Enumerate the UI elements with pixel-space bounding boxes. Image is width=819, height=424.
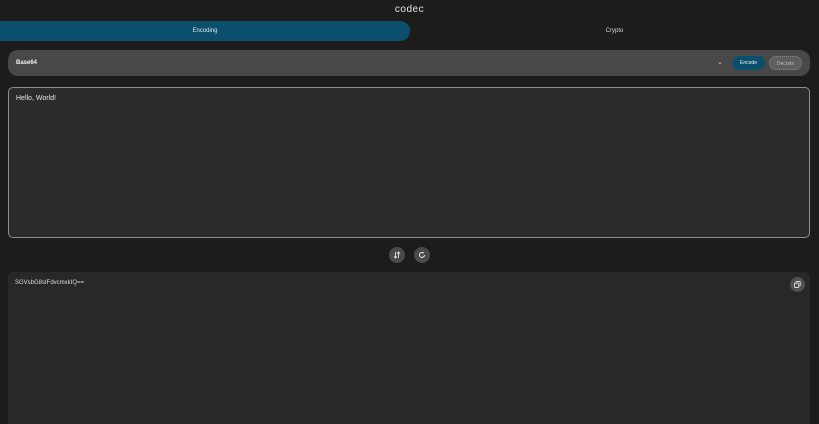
decode-button[interactable]: Decode [769,56,802,70]
tab-crypto[interactable]: Crypto [410,21,819,41]
output-panel[interactable]: SGVsbG8sIFdvcmxkIQ== [8,272,810,424]
refresh-icon [419,251,425,258]
encode-button[interactable]: Encode [732,56,765,70]
tab-bar: Encoding Crypto [0,21,819,41]
reset-button[interactable] [414,247,430,263]
chevron-down-icon[interactable]: ⌄ [717,50,723,76]
tab-encoding[interactable]: Encoding [0,21,410,41]
codec-select[interactable]: Base64 [16,50,37,76]
swap-vertical-icon [393,251,401,259]
codec-toolbar: Base64 ⌄ Encode Decode [8,50,810,76]
copy-button[interactable] [790,277,805,292]
input-text: Hello, World! [16,95,56,102]
swap-button[interactable] [389,247,405,263]
app-title: codec [394,4,425,15]
copy-icon [794,281,801,288]
output-text: SGVsbG8sIFdvcmxkIQ== [15,280,85,286]
input-textarea[interactable]: Hello, World! [8,87,810,238]
